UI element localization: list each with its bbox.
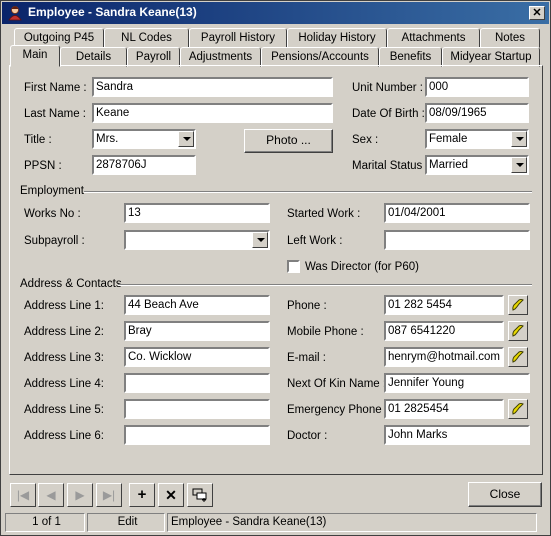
cross-icon: ✕ bbox=[165, 487, 177, 503]
tab-adjustments[interactable]: Adjustments bbox=[180, 47, 261, 67]
prev-record-button[interactable]: ◀ bbox=[38, 483, 64, 507]
copy-record-button[interactable] bbox=[187, 483, 213, 507]
next-record-button[interactable]: ▶ bbox=[67, 483, 93, 507]
main-tab-panel bbox=[9, 65, 543, 475]
employee-window: Employee - Sandra Keane(13) ✕ Outgoing P… bbox=[0, 0, 551, 536]
record-counter: 1 of 1 bbox=[5, 513, 85, 532]
tab-main[interactable]: Main bbox=[10, 45, 60, 67]
add-record-button[interactable]: + bbox=[129, 483, 155, 507]
tab-midyear-startup[interactable]: Midyear Startup bbox=[442, 47, 540, 67]
copy-record-icon bbox=[192, 488, 207, 502]
first-record-button[interactable]: |◀ bbox=[10, 483, 36, 507]
tab-details[interactable]: Details bbox=[60, 47, 127, 67]
last-record-button[interactable]: ▶| bbox=[96, 483, 122, 507]
delete-record-button[interactable]: ✕ bbox=[158, 483, 184, 507]
person-icon bbox=[8, 6, 22, 21]
tab-payroll[interactable]: Payroll bbox=[127, 47, 180, 67]
tab-benefits[interactable]: Benefits bbox=[379, 47, 442, 67]
title-bar: Employee - Sandra Keane(13) ✕ bbox=[2, 2, 549, 24]
tab-pensions-accounts[interactable]: Pensions/Accounts bbox=[261, 47, 379, 67]
tab-payroll-history[interactable]: Payroll History bbox=[189, 28, 287, 48]
first-record-icon: |◀ bbox=[16, 488, 30, 502]
prev-record-icon: ◀ bbox=[46, 488, 56, 502]
tab-notes[interactable]: Notes bbox=[480, 28, 540, 48]
window-title: Employee - Sandra Keane(13) bbox=[28, 5, 197, 19]
status-text: Employee - Sandra Keane(13) bbox=[167, 513, 537, 532]
edit-mode-status: Edit bbox=[87, 513, 165, 532]
tab-attachments[interactable]: Attachments bbox=[387, 28, 480, 48]
close-button[interactable]: Close bbox=[468, 482, 542, 507]
tab-nl-codes[interactable]: NL Codes bbox=[104, 28, 189, 48]
tab-holiday-history[interactable]: Holiday History bbox=[287, 28, 387, 48]
last-record-icon: ▶| bbox=[102, 488, 116, 502]
close-window-button[interactable]: ✕ bbox=[529, 6, 545, 20]
plus-icon: + bbox=[137, 486, 147, 503]
next-record-icon: ▶ bbox=[75, 488, 85, 502]
